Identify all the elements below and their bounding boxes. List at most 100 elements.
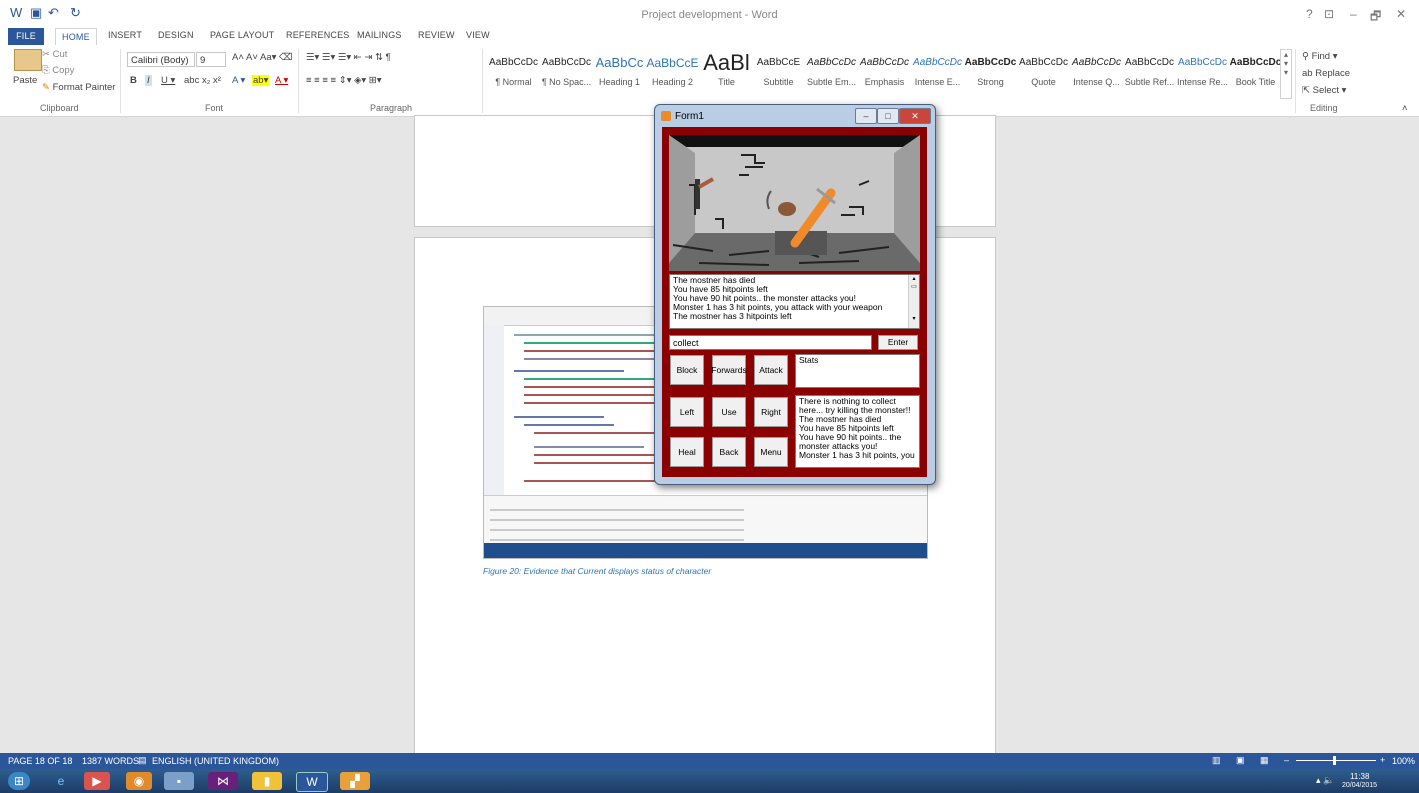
paste-button[interactable]: Paste — [13, 75, 37, 86]
tab-references[interactable]: REFERENCES — [286, 30, 350, 40]
zoom-slider[interactable] — [1296, 760, 1376, 761]
style-8[interactable]: AaBbCcDc Emphasis — [858, 49, 911, 97]
left-button[interactable]: Left — [670, 397, 704, 427]
underline-button[interactable]: U ▾ — [161, 75, 175, 86]
style-3[interactable]: AaBbCc Heading 1 — [593, 49, 646, 97]
text-effects-icon[interactable]: A ▾ — [232, 75, 245, 86]
print-layout-icon[interactable]: ▣ — [1236, 755, 1245, 766]
tab-insert[interactable]: INSERT — [108, 30, 142, 40]
tab-view[interactable]: VIEW — [466, 30, 490, 40]
style-1[interactable]: AaBbCcDc ¶ Normal — [487, 49, 540, 97]
menu-button[interactable]: Menu — [754, 437, 788, 467]
zoom-out-icon[interactable]: – — [1284, 755, 1289, 765]
start-button-icon[interactable]: ⊞ — [8, 772, 30, 790]
style-11[interactable]: AaBbCcDc Quote — [1017, 49, 1070, 97]
form-close-button[interactable]: ✕ — [899, 108, 931, 124]
style-13[interactable]: AaBbCcDc Subtle Ref... — [1123, 49, 1176, 97]
game-log[interactable]: The mostner has died You have 85 hitpoin… — [669, 274, 920, 329]
find-button[interactable]: ⚲ Find ▾ — [1302, 51, 1338, 62]
help-button[interactable]: ? — [1306, 7, 1313, 21]
form-app-icon — [661, 111, 671, 121]
minimize-button[interactable]: – — [1350, 7, 1357, 21]
style-preview: AaBbCcDc — [542, 57, 591, 68]
word-count[interactable]: 1387 WORDS — [82, 756, 139, 766]
command-input[interactable]: collect — [669, 335, 872, 350]
enter-button[interactable]: Enter — [878, 335, 918, 350]
form-maximize-button[interactable]: □ — [877, 108, 899, 124]
strikethrough-button[interactable]: abc x₂ x² — [184, 75, 221, 86]
ie-icon[interactable]: e — [48, 772, 74, 790]
tab-design[interactable]: DESIGN — [158, 30, 194, 40]
highlight-icon[interactable]: ab▾ — [252, 75, 270, 86]
grow-font-icon[interactable]: A˄ A˅ Aa▾ ⌫ — [232, 52, 292, 63]
style-14[interactable]: AaBbCcDc Intense Re... — [1176, 49, 1229, 97]
style-9[interactable]: AaBbCcDc Intense E... — [911, 49, 964, 97]
font-family-select[interactable]: Calibri (Body) — [127, 52, 195, 67]
style-10[interactable]: AaBbCcDc Strong — [964, 49, 1017, 97]
forwards-button[interactable]: Forwards — [711, 355, 747, 385]
form-title: Form1 — [675, 111, 704, 122]
style-5[interactable]: AaBl Title — [700, 49, 753, 97]
block-button[interactable]: Block — [670, 355, 704, 385]
format-painter-button[interactable]: ✎ Format Painter — [42, 82, 115, 93]
paste-icon[interactable] — [14, 49, 42, 71]
cursor-icon: ⇱ — [1302, 85, 1313, 96]
log-scrollbar[interactable]: ▴ ▭ ▾ — [908, 275, 919, 328]
copy-button[interactable]: ⎘ Copy — [42, 65, 74, 76]
style-15[interactable]: AaBbCcDc Book Title — [1229, 49, 1282, 97]
language[interactable]: ENGLISH (UNITED KINGDOM) — [152, 756, 279, 766]
tab-file[interactable]: FILE — [8, 28, 44, 45]
bold-button[interactable]: B — [130, 75, 137, 86]
bullets-icon[interactable]: ☰▾ ☰▾ ☰▾ ⇤ ⇥ ⇅ ¶ — [306, 52, 391, 63]
select-button[interactable]: ⇱ Select ▾ — [1302, 85, 1346, 96]
tab-review[interactable]: REVIEW — [418, 30, 455, 40]
style-4[interactable]: AaBbCcE Heading 2 — [646, 49, 699, 97]
collapse-ribbon-icon[interactable]: ˄ — [1402, 103, 1408, 114]
style-preview: AaBbCcE — [646, 56, 699, 70]
style-6[interactable]: AaBbCcE Subtitle — [752, 49, 805, 97]
style-7[interactable]: AaBbCcDc Subtle Em... — [805, 49, 858, 97]
tab-mailings[interactable]: MAILINGS — [357, 30, 402, 40]
use-button[interactable]: Use — [712, 397, 746, 427]
media-icon[interactable]: ▶ — [84, 772, 110, 790]
visual-studio-icon[interactable]: ⋈ — [208, 772, 238, 790]
page-count[interactable]: PAGE 18 OF 18 — [8, 756, 72, 766]
italic-button[interactable]: I — [145, 75, 152, 86]
zoom-in-icon[interactable]: + — [1380, 755, 1385, 765]
heal-button[interactable]: Heal — [670, 437, 704, 467]
clock-date[interactable]: 20/04/2015 — [1342, 782, 1377, 789]
attack-button[interactable]: Attack — [754, 355, 788, 385]
app-icon[interactable]: ▪ — [164, 772, 194, 790]
chrome-icon[interactable]: ◉ — [126, 772, 152, 790]
read-mode-icon[interactable]: ▥ — [1212, 755, 1221, 766]
tab-page-layout[interactable]: PAGE LAYOUT — [210, 30, 274, 40]
style-name: Heading 1 — [598, 77, 641, 87]
replace-button[interactable]: ab Replace — [1302, 68, 1350, 79]
ribbon-display-button[interactable]: ⊡ — [1324, 7, 1334, 21]
style-preview: AaBbCcDc — [1229, 57, 1282, 68]
font-color-icon[interactable]: A ▾ — [275, 75, 288, 86]
right-button[interactable]: Right — [754, 397, 788, 427]
align-icon[interactable]: ≡ ≡ ≡ ≡ ⇕▾ ◈▾ ⊞▾ — [306, 75, 382, 86]
cut-button[interactable]: ✂ Cut — [42, 49, 67, 60]
form-minimize-button[interactable]: – — [855, 108, 877, 124]
style-name: ¶ No Spac... — [541, 77, 592, 87]
explorer-icon[interactable]: ▮ — [252, 772, 282, 790]
word-taskbar-icon[interactable]: W — [296, 772, 328, 792]
close-button[interactable]: ✕ — [1396, 7, 1406, 21]
zoom-slider-thumb[interactable] — [1333, 756, 1336, 765]
restore-button[interactable]: 🗗 — [1370, 7, 1381, 28]
tab-home[interactable]: HOME — [55, 28, 97, 45]
font-size-select[interactable]: 9 — [196, 52, 226, 67]
clock-time[interactable]: 11:38 — [1350, 772, 1369, 781]
styles-scroll[interactable]: ▴ ▾ ▾ — [1280, 49, 1292, 99]
game-form-taskbar-icon[interactable]: ▞ — [340, 772, 370, 790]
style-12[interactable]: AaBbCcDc Intense Q... — [1070, 49, 1123, 97]
web-layout-icon[interactable]: ▦ — [1260, 755, 1269, 766]
output-panel[interactable]: There is nothing to collect here... try … — [795, 395, 920, 468]
style-2[interactable]: AaBbCcDc ¶ No Spac... — [540, 49, 593, 97]
back-button[interactable]: Back — [712, 437, 746, 467]
proofing-icon[interactable]: ▤ — [138, 755, 147, 766]
tray-icons[interactable]: ▴ 🔈 — [1316, 775, 1334, 786]
zoom-level[interactable]: 100% — [1392, 756, 1415, 766]
